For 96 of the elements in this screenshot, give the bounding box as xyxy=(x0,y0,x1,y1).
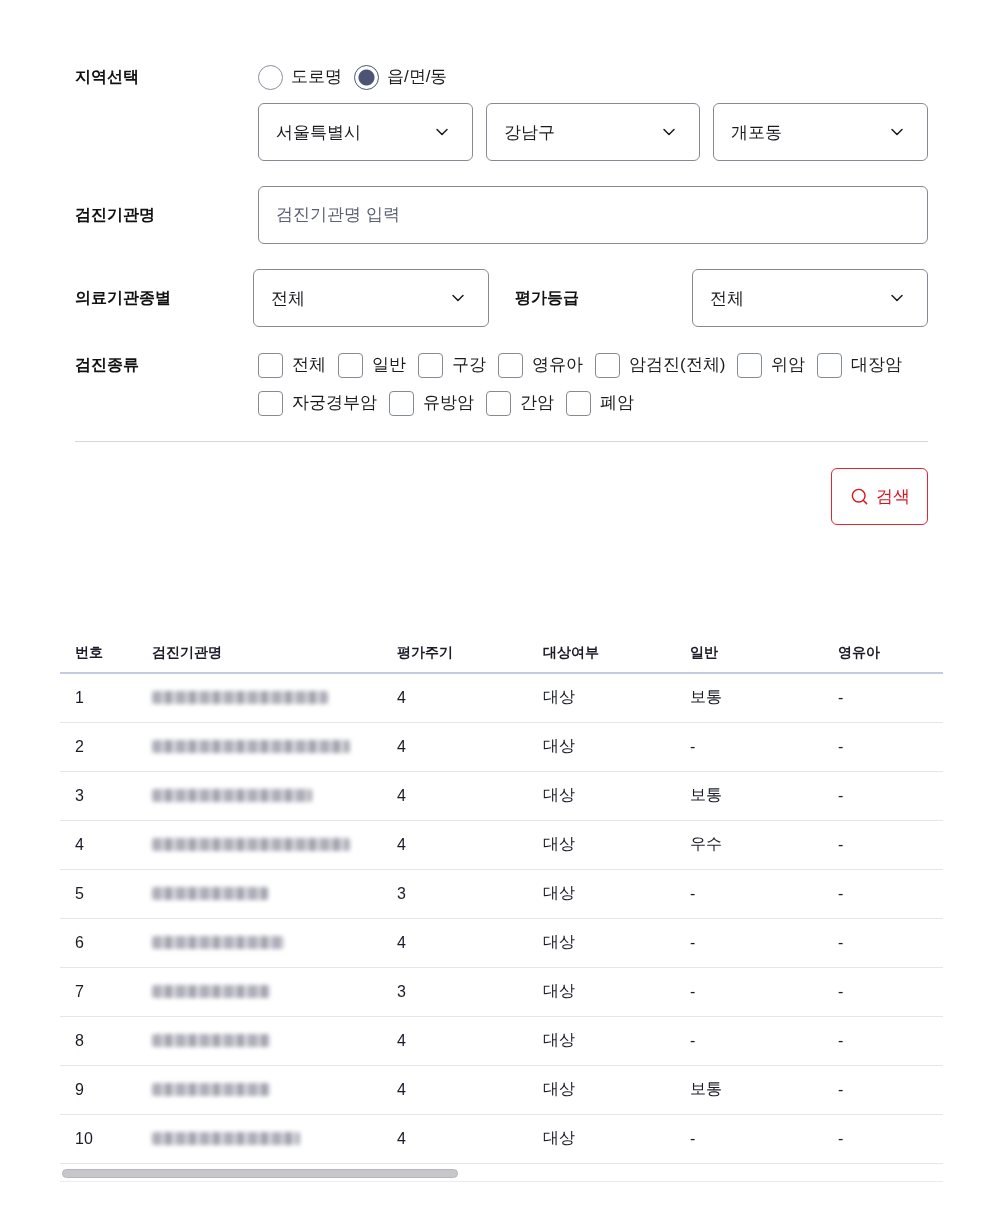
institution-name-field[interactable]: 검진기관명 입력 xyxy=(258,186,928,244)
checkbox-label: 위암 xyxy=(771,354,806,376)
table-cell: 보통 xyxy=(675,1065,823,1114)
table-cell: - xyxy=(823,1065,943,1114)
table-cell: 4 xyxy=(60,820,137,869)
table-cell: 1 xyxy=(60,673,137,722)
checkbox-label: 암검진(전체) xyxy=(629,354,726,376)
checkbox-label: 영유아 xyxy=(532,354,583,376)
table-cell: 3 xyxy=(382,967,528,1016)
table-cell: 보통 xyxy=(675,673,823,722)
field-label: 검진기관명 xyxy=(75,205,156,225)
table-cell: 10 xyxy=(60,1114,137,1163)
table-cell: 대상 xyxy=(528,918,675,967)
checkbox[interactable] xyxy=(817,352,843,378)
checkbox-label: 전체 xyxy=(292,354,326,376)
table-cell: - xyxy=(675,722,823,771)
table-cell: 대상 xyxy=(528,673,675,722)
table-cell: 3 xyxy=(382,869,528,918)
table-cell: 5 xyxy=(60,869,137,918)
radio-button[interactable] xyxy=(354,64,379,90)
table-cell: 4 xyxy=(382,1016,528,1065)
search-button[interactable]: 검색 xyxy=(831,468,928,525)
checkbox-label: 폐암 xyxy=(600,392,634,414)
region-select[interactable]: 서울특별시 xyxy=(258,103,473,161)
checkbox-label: 일반 xyxy=(372,354,406,376)
column-header: 일반 xyxy=(675,633,823,673)
checkbox[interactable] xyxy=(418,352,443,378)
table-cell: 대상 xyxy=(528,967,675,1016)
column-header: 평가주기 xyxy=(382,633,528,673)
table-cell: 대상 xyxy=(528,1016,675,1065)
field-label: 지역선택 xyxy=(75,67,140,87)
table-cell: 대상 xyxy=(528,771,675,820)
table-cell: 4 xyxy=(382,1065,528,1114)
type-select[interactable]: 전체 xyxy=(253,269,489,327)
radio-label: 읍/면/동 xyxy=(387,66,448,88)
table-cell: 대상 xyxy=(528,722,675,771)
table-cell: - xyxy=(823,771,943,820)
table-cell: 4 xyxy=(382,820,528,869)
field-label: 의료기관종별 xyxy=(75,288,172,308)
table-cell: 9 xyxy=(60,1065,137,1114)
table-cell: 7 xyxy=(60,967,137,1016)
checkbox[interactable] xyxy=(498,352,523,378)
table-cell: 대상 xyxy=(528,1114,675,1163)
table-cell: - xyxy=(675,918,823,967)
table-cell: - xyxy=(823,918,943,967)
table-cell: - xyxy=(675,869,823,918)
checkbox[interactable] xyxy=(595,352,620,378)
checkbox-label: 구강 xyxy=(452,354,486,376)
table-cell: - xyxy=(823,1016,943,1065)
checkbox[interactable] xyxy=(258,390,283,416)
checkbox-label: 대장암 xyxy=(851,354,903,376)
table-cell: 우수 xyxy=(675,820,823,869)
table-cell: - xyxy=(675,967,823,1016)
checkbox[interactable] xyxy=(486,390,511,416)
table-cell: - xyxy=(823,722,943,771)
column-header: 검진기관명 xyxy=(137,633,382,673)
checkbox-label: 간암 xyxy=(520,392,554,414)
table-cell: 대상 xyxy=(528,1065,675,1114)
table-cell: 4 xyxy=(382,771,528,820)
table-cell: 4 xyxy=(382,918,528,967)
column-header: 대상여부 xyxy=(528,633,675,673)
table-cell: 대상 xyxy=(528,820,675,869)
field-label: 평가등급 xyxy=(514,288,580,308)
radio-label: 도로명 xyxy=(291,66,342,88)
checkbox[interactable] xyxy=(389,390,414,416)
checkbox[interactable] xyxy=(258,352,283,378)
table-cell: 3 xyxy=(60,771,137,820)
table-cell: - xyxy=(823,1114,943,1163)
checkbox[interactable] xyxy=(566,390,591,416)
table-cell: 6 xyxy=(60,918,137,967)
region-select[interactable]: 강남구 xyxy=(485,103,701,161)
checkbox[interactable] xyxy=(338,352,363,378)
table-cell: - xyxy=(675,1114,823,1163)
table-cell: 2 xyxy=(60,722,137,771)
region-select[interactable]: 개포동 xyxy=(713,103,928,161)
search-icon xyxy=(849,487,869,506)
table-cell: 8 xyxy=(60,1016,137,1065)
checkbox-label: 자궁경부암 xyxy=(292,392,377,414)
table-cell: 4 xyxy=(382,673,528,722)
column-header: 영유아 xyxy=(823,633,943,673)
table-cell: 대상 xyxy=(528,869,675,918)
radio-button[interactable] xyxy=(258,64,283,90)
column-header: 번호 xyxy=(60,633,137,673)
table-cell: - xyxy=(823,673,943,722)
checkbox-label: 유방암 xyxy=(423,392,474,414)
table-cell: 4 xyxy=(382,722,528,771)
grade-select[interactable]: 전체 xyxy=(692,269,928,327)
table-cell: - xyxy=(823,869,943,918)
table-cell: - xyxy=(823,967,943,1016)
table-cell: 보통 xyxy=(675,771,823,820)
table-cell: - xyxy=(675,1016,823,1065)
table-cell: - xyxy=(823,820,943,869)
checkbox[interactable] xyxy=(737,352,763,378)
scrollbar-thumb[interactable] xyxy=(62,1168,458,1178)
field-label: 검진종류 xyxy=(75,355,140,375)
table-cell: 4 xyxy=(382,1114,528,1163)
